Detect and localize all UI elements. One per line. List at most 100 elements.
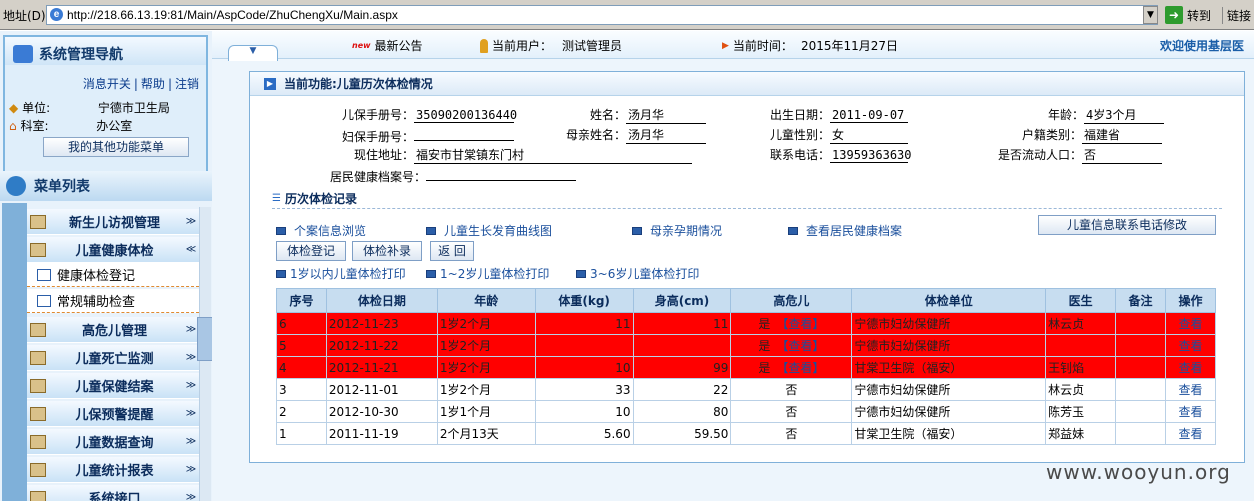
phone-edit-button[interactable]: 儿童信息联系电话修改 [1038,215,1216,235]
chevron-down-icon: ≫ [185,380,197,391]
print-1to2-link[interactable]: 1~2岁儿童体检打印 [426,265,549,282]
cell-no: 4 [276,356,327,379]
back-button[interactable]: 返 回 [430,241,474,261]
other-menu-button[interactable]: 我的其他功能菜单 [43,137,189,157]
risk-view-link[interactable]: 【查看】 [776,339,824,353]
menu-scrollbar[interactable] [197,207,213,501]
menu-item-warning[interactable]: 儿保预警提醒 ≫ [27,401,199,427]
menu-item-death-monitor[interactable]: 儿童死亡监测 ≫ [27,345,199,371]
links-button[interactable]: 链接 [1222,7,1251,24]
checkup-table: 序号 体检日期 年龄 体重(kg) 身高(cm) 高危儿 体检单位 医生 备注 … [276,288,1217,445]
risk-view-link[interactable]: 【查看】 [776,361,824,375]
chevron-up-icon: ≪ [185,244,197,255]
notice-link[interactable]: new 最新公告 [352,37,423,54]
menu-item-interface[interactable]: 系统接口 ≫ [27,485,199,501]
url-input[interactable]: e http://218.66.13.19:81/Main/AspCode/Zh… [46,5,1158,25]
cell-note [1115,400,1166,423]
current-time-label: 当前时间： [732,39,793,53]
message-toggle-link[interactable]: 消息开关 [80,77,134,91]
window-icon [276,269,286,278]
menu-side-bar [2,203,27,501]
current-user: 当前用户： 测试管理员 [480,37,622,54]
unit-icon: ◆ [9,101,19,115]
current-time: ▶ 当前时间： 2015年11月27日 [722,37,898,54]
cell-date: 2012-10-30 [325,400,438,423]
checkup-supplement-button[interactable]: 体检补录 [352,241,422,261]
cell-date: 2012-11-21 [325,356,438,379]
current-user-value: 测试管理员 [562,39,623,53]
view-link[interactable]: 查看 [1178,317,1202,331]
help-link[interactable]: 帮助 [138,77,168,91]
print-3to6-link[interactable]: 3~6岁儿童体检打印 [576,265,699,282]
url-dropdown-button[interactable]: ▼ [1143,6,1158,24]
window-icon [426,226,436,235]
folder-icon [30,490,46,501]
col-header: 备注 [1115,288,1166,313]
pregnancy-info-link[interactable]: 母亲孕期情况 [632,222,722,239]
risk-view-link[interactable]: 【查看】 [776,317,824,331]
view-link[interactable]: 查看 [1178,405,1202,419]
globe-icon [6,176,26,196]
menu-item-newborn-visit[interactable]: 新生儿访视管理 ≫ [27,209,199,235]
cell-unit: 宁德市妇幼保健所 [851,378,1047,401]
field-label: 出生日期： [770,108,831,122]
field-value [426,166,577,181]
go-button[interactable]: ➜ 转到 [1165,5,1220,25]
checkup-register-button[interactable]: 体检登记 [276,241,346,261]
view-link[interactable]: 查看 [1178,427,1202,441]
field-label: 是否流动人口： [998,148,1083,162]
folder-icon [30,462,46,477]
health-file-link[interactable]: 查看居民健康档案 [788,222,902,239]
risk-value: 是 [758,361,771,375]
case-info-link[interactable]: 个案信息浏览 [276,222,366,239]
cell-doctor: 陈芳玉 [1045,400,1117,423]
view-link[interactable]: 查看 [1178,361,1202,375]
birth-field: 出生日期： 2011-09-07 [770,106,909,123]
cell-unit: 宁德市妇幼保健所 [851,312,1047,335]
logout-link[interactable]: 注销 [172,77,202,91]
menu-item-high-risk[interactable]: 高危儿管理 ≫ [27,317,199,343]
folder-icon [30,350,46,365]
cell-op: 查看 [1164,356,1217,379]
folder-icon [30,322,46,337]
floating-field: 是否流动人口：否 [998,146,1163,164]
menu-item-label: 高危儿管理 [81,324,147,339]
menu-item-label: 新生儿访视管理 [68,216,160,231]
cell-height [632,334,732,357]
risk-value: 否 [785,383,798,397]
menu-item-label: 儿童保健结案 [75,380,154,395]
menu-item-data-query[interactable]: 儿童数据查询 ≫ [27,429,199,455]
submenu-item-checkup-register[interactable]: 健康体检登记 [27,263,199,287]
cell-age: 1岁2个月 [436,334,536,357]
table-header-row: 序号 体检日期 年龄 体重(kg) 身高(cm) 高危儿 体检单位 医生 备注 … [276,288,1217,313]
notice-text: 最新公告 [374,39,423,53]
menu-item-case-close[interactable]: 儿童保健结案 ≫ [27,373,199,399]
collapse-sidebar-handle[interactable] [197,317,213,361]
cell-risk: 是【查看】 [730,334,853,357]
health-file-field: 居民健康档案号： [330,166,577,185]
cell-note [1115,356,1166,379]
table-row: 4 2012-11-21 1岁2个月 10 99 是【查看】 甘棠卫生院（福安） 王钊焰 查看 [276,356,1217,379]
user-icon [480,38,488,53]
cell-height: 11 [632,312,732,335]
collapse-tab-button[interactable]: ▼ [228,45,278,61]
field-value [414,126,515,141]
submenu-item-routine-check[interactable]: 常规辅助检查 [27,289,199,313]
cell-no: 5 [276,334,327,357]
folder-icon [30,378,46,393]
view-link[interactable]: 查看 [1178,383,1202,397]
field-value: 13959363630 [830,148,912,163]
print-under1-link[interactable]: 1岁以内儿童体检打印 [276,265,406,282]
menu-item-child-checkup[interactable]: 儿童健康体检 ≪ [27,237,199,263]
menu-item-stat-report[interactable]: 儿童统计报表 ≫ [27,457,199,483]
link-text: 儿童生长发育曲线图 [444,224,553,238]
menu-item-label: 儿保预警提醒 [75,408,154,423]
field-label: 母亲姓名： [566,128,627,142]
view-link[interactable]: 查看 [1178,339,1202,353]
growth-curve-link[interactable]: 儿童生长发育曲线图 [426,222,552,239]
left-sidebar: 系统管理导航 消息开关 | 帮助 | 注销 ◆ 单位: 宁德市卫生局 ⌂ 科室: 办公室… [0,31,213,501]
menu-list-header: 菜单列表 [0,171,212,201]
col-header: 年龄 [436,288,536,313]
dept-label: 科室: [20,119,49,133]
cell-weight: 5.60 [534,422,634,445]
